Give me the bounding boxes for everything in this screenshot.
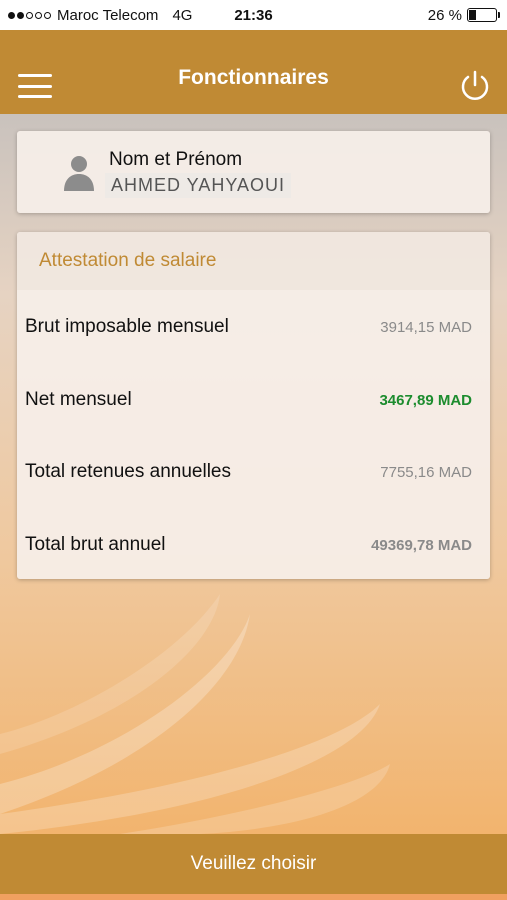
battery-icon bbox=[467, 8, 500, 22]
network-type: 4G bbox=[172, 6, 193, 24]
carrier-name: Maroc Telecom bbox=[57, 6, 159, 24]
app-header: Fonctionnaires bbox=[0, 30, 507, 114]
salary-row-label: Net mensuel bbox=[25, 389, 132, 410]
signal-strength-icon bbox=[8, 11, 51, 19]
profile-card: Nom et Prénom AHMED YAHYAOUI bbox=[17, 131, 490, 213]
status-bar: Maroc Telecom 4G 21:36 26 % bbox=[0, 0, 507, 30]
salary-row-brut-annuel: Total brut annuel 49369,78 MAD bbox=[17, 530, 490, 560]
salary-row-retenues-annuelles: Total retenues annuelles 7755,16 MAD bbox=[17, 457, 490, 487]
status-time: 21:36 bbox=[234, 6, 273, 24]
salary-card-title: Attestation de salaire bbox=[39, 250, 217, 271]
salary-row-label: Total retenues annuelles bbox=[25, 461, 231, 482]
hamburger-menu-icon[interactable] bbox=[18, 74, 52, 98]
page-title: Fonctionnaires bbox=[178, 66, 329, 89]
status-left: Maroc Telecom 4G bbox=[8, 7, 192, 24]
choose-button-label: Veuillez choisir bbox=[190, 853, 317, 874]
salary-row-value: 3914,15 MAD bbox=[380, 318, 472, 336]
battery-percent: 26 % bbox=[427, 6, 462, 24]
user-avatar-icon bbox=[64, 156, 94, 191]
power-icon[interactable] bbox=[457, 68, 493, 104]
salary-row-value: 7755,16 MAD bbox=[380, 463, 472, 481]
salary-row-label: Brut imposable mensuel bbox=[25, 316, 229, 337]
name-value: AHMED YAHYAOUI bbox=[105, 173, 292, 198]
salary-row-value: 49369,78 MAD bbox=[371, 536, 472, 554]
bottom-strip bbox=[0, 894, 507, 900]
battery-level bbox=[469, 10, 476, 20]
salary-card: Attestation de salaire Brut imposable me… bbox=[17, 232, 490, 579]
status-right: 26 % bbox=[427, 6, 500, 24]
salary-row-net-mensuel: Net mensuel 3467,89 MAD bbox=[17, 385, 490, 415]
salary-row-brut-imposable: Brut imposable mensuel 3914,15 MAD bbox=[17, 312, 490, 342]
salary-row-label: Total brut annuel bbox=[25, 534, 166, 555]
salary-row-value: 3467,89 MAD bbox=[379, 391, 472, 409]
salary-card-header: Attestation de salaire bbox=[17, 232, 490, 290]
name-label: Nom et Prénom bbox=[109, 149, 243, 170]
choose-button[interactable]: Veuillez choisir bbox=[0, 834, 507, 894]
